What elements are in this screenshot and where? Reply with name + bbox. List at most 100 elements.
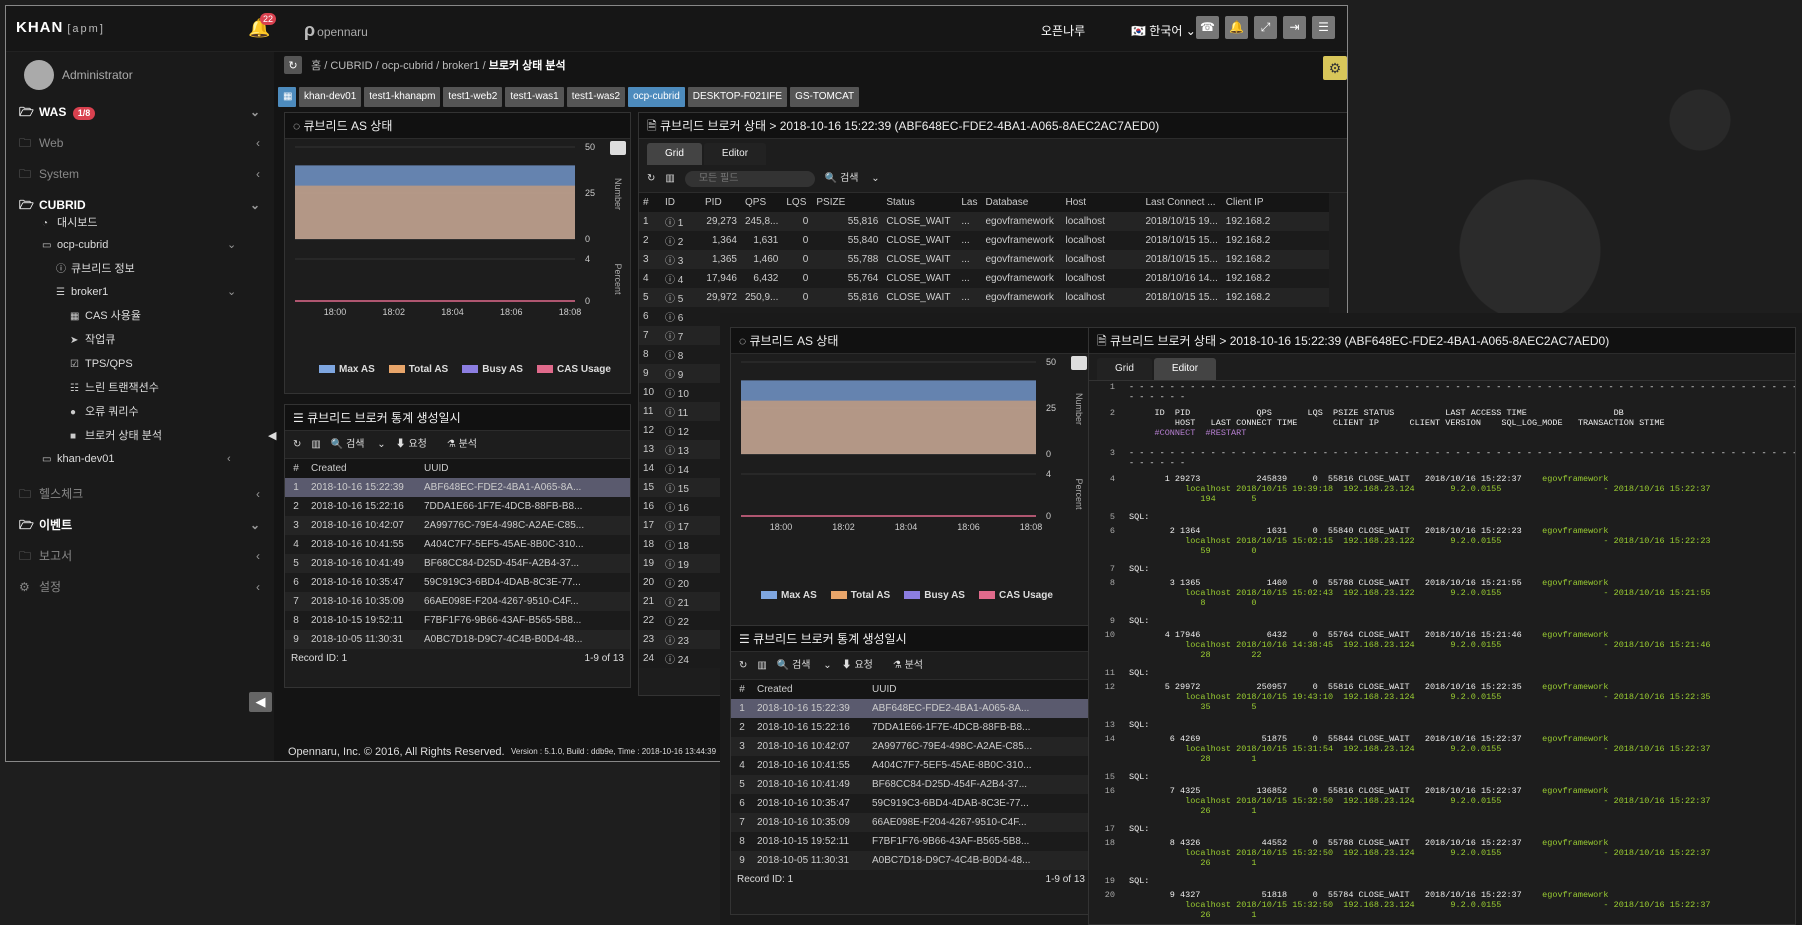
column-header[interactable]: # [639, 193, 661, 212]
tag-desktop[interactable]: DESKTOP-F021IFE [687, 87, 788, 107]
phone-icon[interactable]: ☎ [1196, 16, 1219, 39]
tag-test1-was2[interactable]: test1-was2 [566, 87, 626, 107]
app-logo[interactable]: KHAN [apm] [16, 19, 105, 36]
column-header[interactable]: UUID [420, 459, 630, 478]
table-row[interactable]: 1 ⓘ 1 29,273 245,8... 0 55,816 CLOSE_WAIT... eg… [639, 212, 1329, 231]
tag-test1-web2[interactable]: test1-web2 [443, 87, 503, 107]
column-header[interactable]: Created [753, 680, 868, 699]
search-button[interactable]: 🔍 검색 ⌄ [825, 173, 880, 184]
logout-icon[interactable]: ⇥ [1283, 16, 1306, 39]
sidebar-item-settings[interactable]: ⚙ 설정 ‹ [6, 570, 274, 604]
user-profile[interactable]: Administrator [16, 59, 133, 91]
tab-grid[interactable]: Grid [647, 143, 702, 165]
analyze-button[interactable]: ⚗ 분석 [447, 439, 487, 450]
table-row[interactable]: 6 2018-10-16 10:35:47 59C919C3-6BD4-4DAB-8… [731, 794, 1091, 813]
refresh-icon[interactable]: ↻ [739, 660, 747, 671]
tag-ocp-cubrid[interactable]: ocp-cubrid [628, 87, 685, 107]
language-select[interactable]: 🇰🇷 한국어 ⌄ [1131, 22, 1196, 39]
fullscreen-icon[interactable]: ⤢ [1254, 16, 1277, 39]
breadcrumb-cubrid[interactable]: CUBRID [330, 60, 372, 72]
tag-gs-tomcat[interactable]: GS-TOMCAT [790, 87, 860, 107]
table-row[interactable]: 4 2018-10-16 10:41:55 A404C7F7-5EF5-45AE-8… [731, 756, 1091, 775]
table-row[interactable]: 7 2018-10-16 10:35:09 66AE098E-F204-4267-9… [731, 813, 1091, 832]
grid-icon[interactable]: ▦ [278, 87, 296, 107]
columns-icon[interactable]: ▥ [757, 660, 766, 671]
sidebar-item-healthcheck[interactable]: 🗀 헬스체크 ‹ [6, 477, 274, 511]
sidebar-item-reports[interactable]: 🗀 보고서 ‹ [6, 539, 274, 573]
breadcrumb-ocp-cubrid[interactable]: ocp-cubrid [382, 60, 433, 72]
table-row[interactable]: 7 2018-10-16 10:35:09 66AE098E-F204-4267-9… [285, 592, 630, 611]
menu-icon[interactable]: ☰ [1312, 16, 1335, 39]
tab-editor[interactable]: Editor [703, 143, 767, 165]
column-header[interactable]: # [285, 459, 307, 478]
table-row[interactable]: 6 2018-10-16 10:35:47 59C919C3-6BD4-4DAB-8… [285, 573, 630, 592]
refresh-icon[interactable]: ↻ [293, 439, 301, 450]
column-header[interactable]: PSIZE [812, 193, 883, 212]
tab-grid[interactable]: Grid [1097, 358, 1152, 380]
sidebar-item-cubrid-info[interactable]: ⓘ 큐브리드 정보 [56, 258, 135, 280]
column-header[interactable]: Status [882, 193, 958, 212]
sidebar-item-broker1[interactable]: ☰ broker1 ⌄ [56, 281, 272, 303]
table-row[interactable]: 1 2018-10-16 15:22:39 ABF648EC-FDE2-4BA1-A… [285, 478, 630, 497]
sidebar-item-error-queries[interactable]: ● 오류 쿼리수 [70, 401, 139, 423]
table-row[interactable]: 4 2018-10-16 10:41:55 A404C7F7-5EF5-45AE-8… [285, 535, 630, 554]
tag-khan-dev01[interactable]: khan-dev01 [299, 87, 362, 107]
table-row[interactable]: 2 2018-10-16 15:22:16 7DDA1E66-1F7E-4DCB-8… [731, 718, 1091, 737]
column-header[interactable]: Created [307, 459, 420, 478]
table-row[interactable]: 3 ⓘ 3 1,365 1,460 0 55,788 CLOSE_WAIT... egovfr… [639, 250, 1329, 269]
columns-icon[interactable]: ▥ [665, 173, 674, 184]
sidebar-item-khan-dev01[interactable]: ▭ khan-dev01 ‹ [42, 448, 272, 470]
column-header[interactable]: Las [957, 193, 982, 212]
column-header[interactable]: ID [661, 193, 701, 212]
table-row[interactable]: 2 2018-10-16 15:22:16 7DDA1E66-1F7E-4DCB-8… [285, 497, 630, 516]
sidebar-item-ocp-cubrid[interactable]: ▭ ocp-cubrid ⌄ [42, 234, 272, 256]
column-header[interactable]: LQS [782, 193, 813, 212]
sidebar-item-broker-status[interactable]: ■ 브로커 상태 분석 ◀ [70, 425, 276, 447]
request-button[interactable]: ⬇ 요청 [396, 439, 437, 450]
tag-test1-was1[interactable]: test1-was1 [505, 87, 564, 107]
search-button[interactable]: 🔍 검색 ⌄ [777, 660, 832, 671]
column-header[interactable]: Client IP [1221, 193, 1329, 212]
breadcrumb-broker1[interactable]: broker1 [442, 60, 479, 72]
sidebar-item-cas-usage[interactable]: ▦ CAS 사용율 [70, 305, 141, 327]
column-header[interactable]: Last Connect ... [1141, 193, 1222, 212]
table-row[interactable]: 9 2018-10-05 11:30:31 A0BC7D18-D9C7-4C4B-B… [285, 630, 630, 649]
table-row[interactable]: 8 2018-10-15 19:52:11 F7BF1F76-9B66-43AF-B… [731, 832, 1091, 851]
table-row[interactable]: 3 2018-10-16 10:42:07 2A99776C-79E4-498C-A… [731, 737, 1091, 756]
columns-icon[interactable]: ▥ [311, 439, 320, 450]
column-header[interactable]: QPS [741, 193, 783, 212]
sidebar-item-tps-qps[interactable]: ☑ TPS/QPS [70, 353, 133, 375]
top-user-name[interactable]: 오픈나루 [1041, 22, 1085, 39]
search-input[interactable]: 모든 필드 [684, 171, 815, 187]
refresh-icon[interactable]: ↻ [647, 173, 655, 184]
sidebar-item-dashboard[interactable]: ◔ 대시보드 [42, 212, 97, 234]
table-row[interactable]: 8 2018-10-15 19:52:11 F7BF1F76-9B66-43AF-B… [285, 611, 630, 630]
analyze-button[interactable]: ⚗ 분석 [893, 660, 933, 671]
sidebar-item-job-queue[interactable]: ➤ 작업큐 [70, 329, 115, 351]
table-row[interactable]: 4 ⓘ 4 17,946 6,432 0 55,764 CLOSE_WAIT... egovf… [639, 269, 1329, 288]
tag-test1-khanapm[interactable]: test1-khanapm [364, 87, 441, 107]
table-row[interactable]: 3 2018-10-16 10:42:07 2A99776C-79E4-498C-A… [285, 516, 630, 535]
tab-editor[interactable]: Editor [1153, 358, 1217, 380]
sidebar-item-was[interactable]: 🗁 WAS 1/8 ⌄ [6, 95, 274, 129]
sidebar-item-web[interactable]: 🗀 Web ‹ [6, 126, 274, 160]
table-row[interactable]: 5 2018-10-16 10:41:49 BF68CC84-D25D-454F-A… [731, 775, 1091, 794]
table-row[interactable]: 9 2018-10-05 11:30:31 A0BC7D18-D9C7-4C4B-B… [731, 851, 1091, 870]
breadcrumb-home[interactable]: 홈 [311, 60, 321, 72]
column-header[interactable]: Host [1061, 193, 1142, 212]
notification-bell-icon[interactable]: 🔔 22 [248, 13, 277, 42]
table-row[interactable]: 5 ⓘ 5 29,972 250,9... 0 55,816 CLOSE_WAIT... eg… [639, 288, 1329, 307]
table-row[interactable]: 1 2018-10-16 15:22:39 ABF648EC-FDE2-4BA1-A… [731, 699, 1091, 718]
sidebar-item-events[interactable]: 🗁 이벤트 ⌄ [6, 508, 274, 542]
sidebar-item-system[interactable]: 🗀 System ‹ [6, 157, 274, 191]
sidebar-item-slow-transactions[interactable]: ☷ 느린 트랜잭션수 [70, 377, 159, 399]
table-row[interactable]: 5 2018-10-16 10:41:49 BF68CC84-D25D-454F-A… [285, 554, 630, 573]
gear-icon[interactable]: ⚙ [1323, 56, 1347, 80]
column-header[interactable]: Database [981, 193, 1062, 212]
search-button[interactable]: 🔍 검색 ⌄ [331, 439, 386, 450]
request-button[interactable]: ⬇ 요청 [842, 660, 883, 671]
column-header[interactable]: PID [701, 193, 741, 212]
sidebar-collapse-icon[interactable]: ◀ [249, 692, 272, 712]
table-row[interactable]: 2 ⓘ 2 1,364 1,631 0 55,840 CLOSE_WAIT... egovfr… [639, 231, 1329, 250]
column-header[interactable]: UUID [868, 680, 1091, 699]
